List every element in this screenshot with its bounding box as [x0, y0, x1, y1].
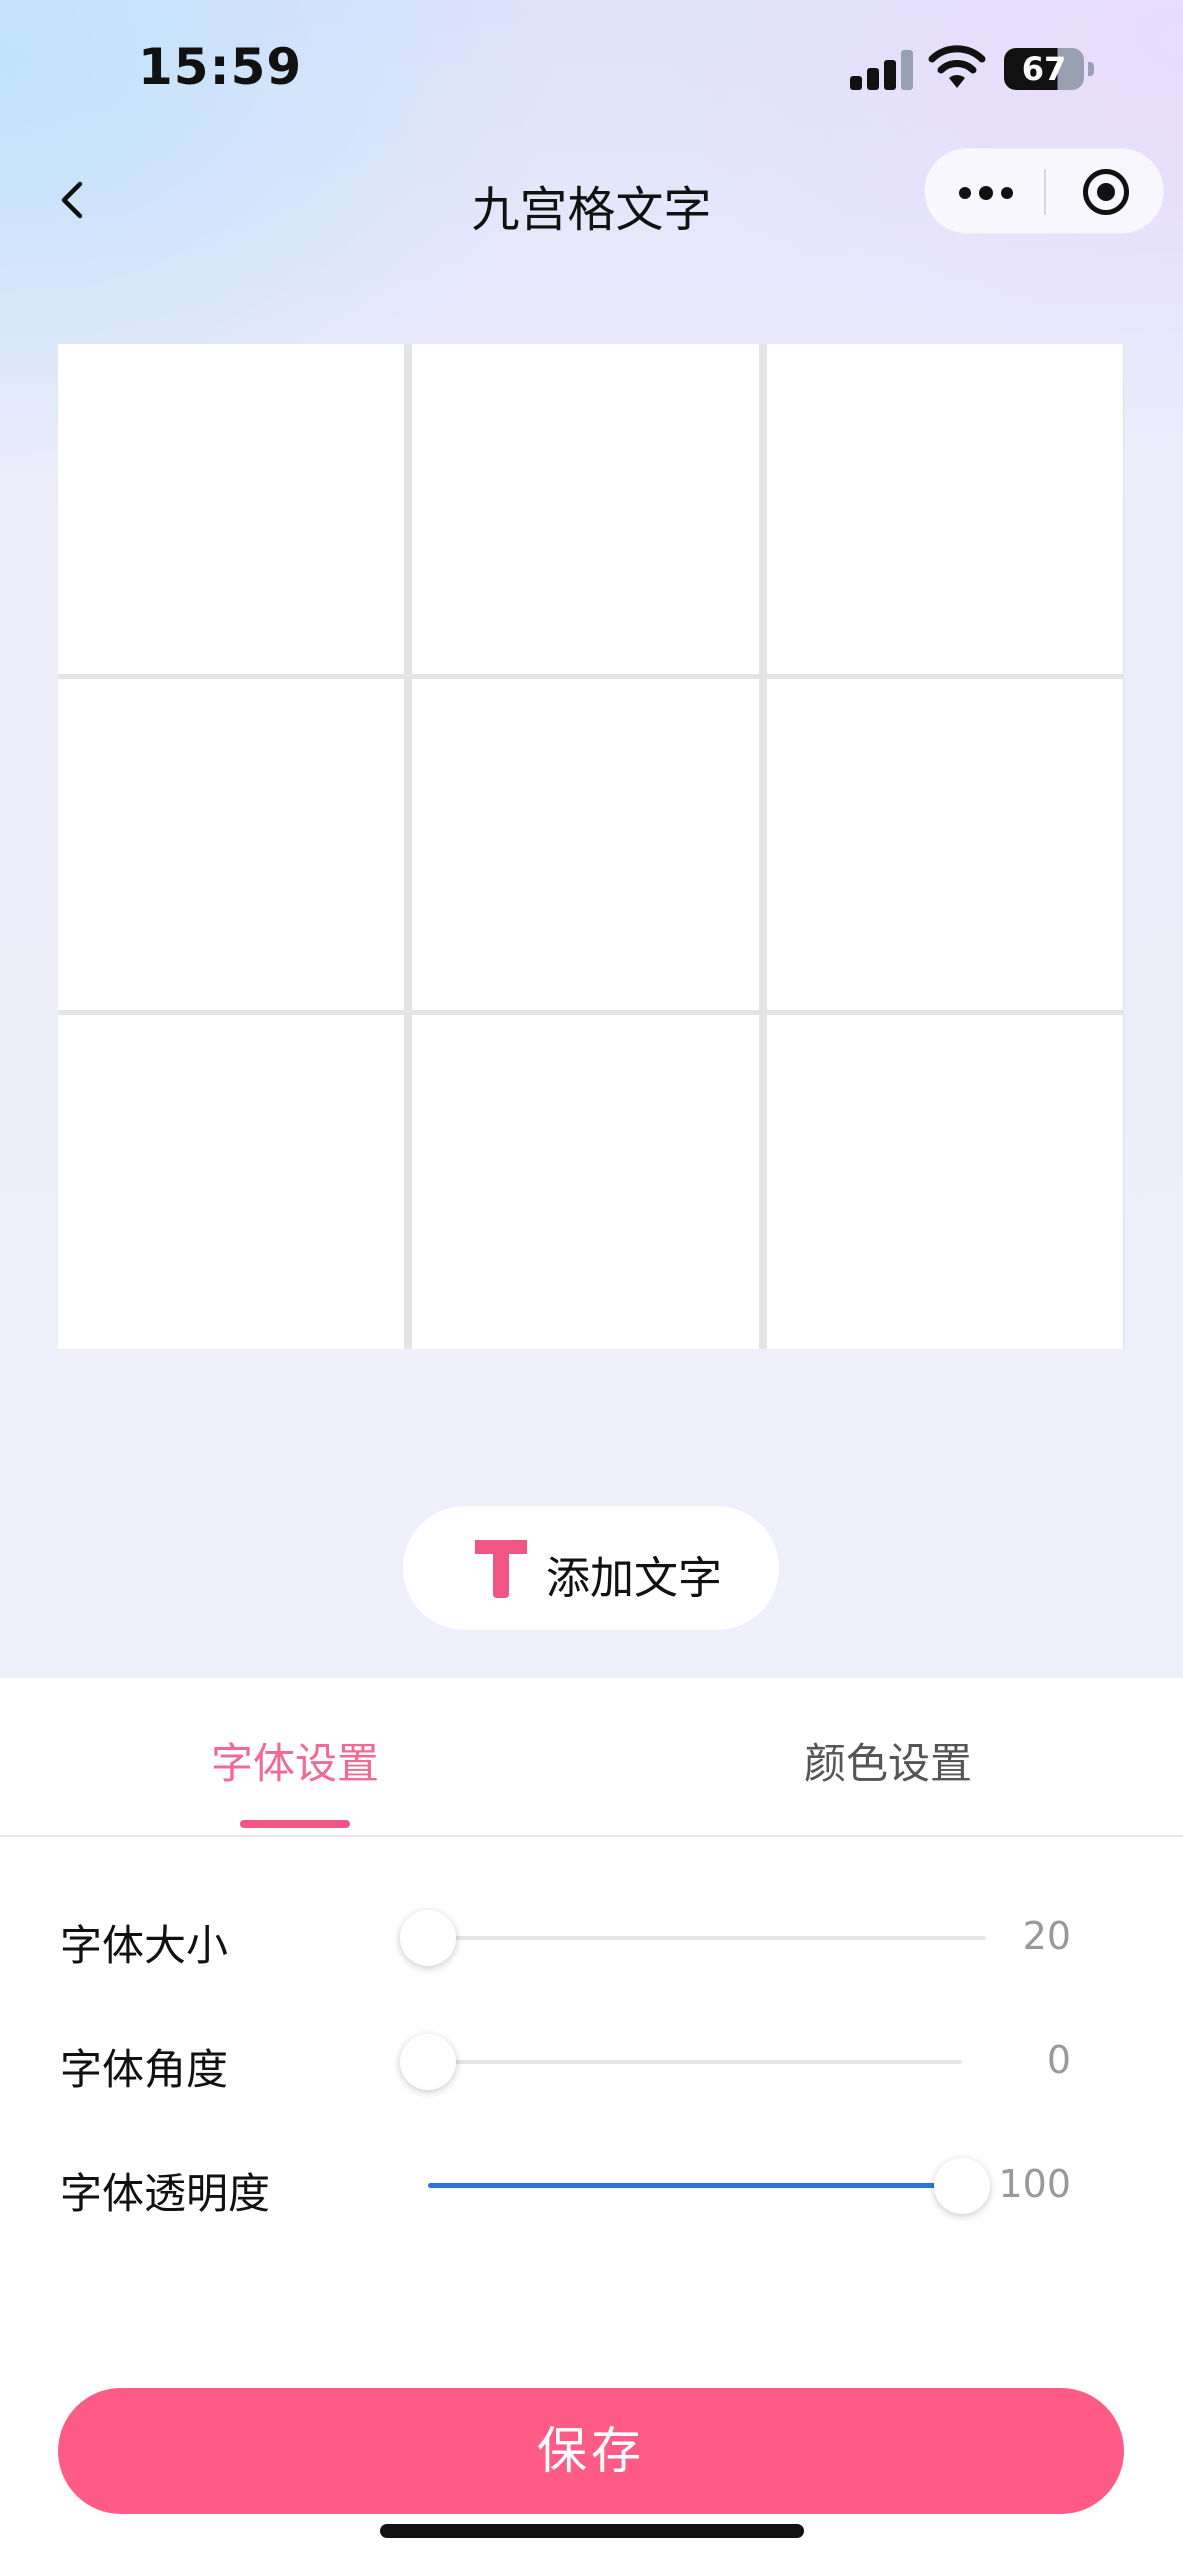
more-options-icon[interactable] [925, 149, 1045, 235]
add-text-label: 添加文字 [546, 1553, 722, 1604]
grid-cell-2[interactable] [412, 344, 759, 674]
mini-program-capsule [924, 148, 1164, 234]
wifi-icon [928, 45, 986, 88]
nav-bar: 九宫格文字 [0, 140, 1183, 260]
status-time: 15:59 [138, 38, 303, 96]
grid-cell-4[interactable] [58, 679, 404, 1010]
grid-cell-3[interactable] [767, 344, 1123, 674]
add-text-button[interactable]: 添加文字 [403, 1506, 779, 1630]
battery-icon: 67 [1004, 48, 1094, 90]
font-size-setting: 字体大小 20 [0, 1898, 1183, 1978]
tab-font-settings[interactable]: 字体设置 [0, 1730, 590, 1791]
font-angle-value: 0 [1046, 2038, 1071, 2082]
nine-grid-preview[interactable] [58, 344, 1124, 1349]
font-size-label: 字体大小 [60, 1921, 229, 1970]
capsule-divider [1044, 169, 1046, 215]
font-angle-slider-track[interactable] [428, 2060, 962, 2064]
battery-level: 67 [1004, 48, 1084, 90]
grid-cell-1[interactable] [58, 344, 404, 674]
font-opacity-setting: 字体透明度 100 [0, 2146, 1183, 2226]
font-angle-label: 字体角度 [60, 2045, 229, 2094]
grid-cell-9[interactable] [767, 1015, 1123, 1349]
font-angle-setting: 字体角度 0 [0, 2022, 1183, 2102]
grid-cell-5[interactable] [412, 679, 759, 1010]
home-indicator [380, 2524, 804, 2538]
text-t-icon [475, 1540, 527, 1598]
close-mini-program-icon[interactable] [1083, 169, 1129, 215]
status-bar: 15:59 67 [0, 0, 1183, 140]
active-tab-indicator [240, 1820, 350, 1828]
tab-divider [0, 1835, 1183, 1837]
font-opacity-slider-fill[interactable] [428, 2183, 962, 2188]
grid-cell-6[interactable] [767, 679, 1123, 1010]
font-size-value: 20 [1022, 1914, 1071, 1958]
grid-cell-8[interactable] [412, 1015, 759, 1349]
font-size-slider-track[interactable] [428, 1936, 986, 1940]
grid-cell-7[interactable] [58, 1015, 404, 1349]
cellular-signal-icon [850, 50, 913, 90]
font-size-slider-thumb[interactable] [400, 1910, 456, 1966]
font-angle-slider-thumb[interactable] [400, 2034, 456, 2090]
tab-color-settings[interactable]: 颜色设置 [593, 1730, 1183, 1791]
font-opacity-value: 100 [998, 2162, 1071, 2206]
save-button[interactable]: 保存 [58, 2388, 1124, 2514]
font-opacity-label: 字体透明度 [60, 2169, 271, 2218]
